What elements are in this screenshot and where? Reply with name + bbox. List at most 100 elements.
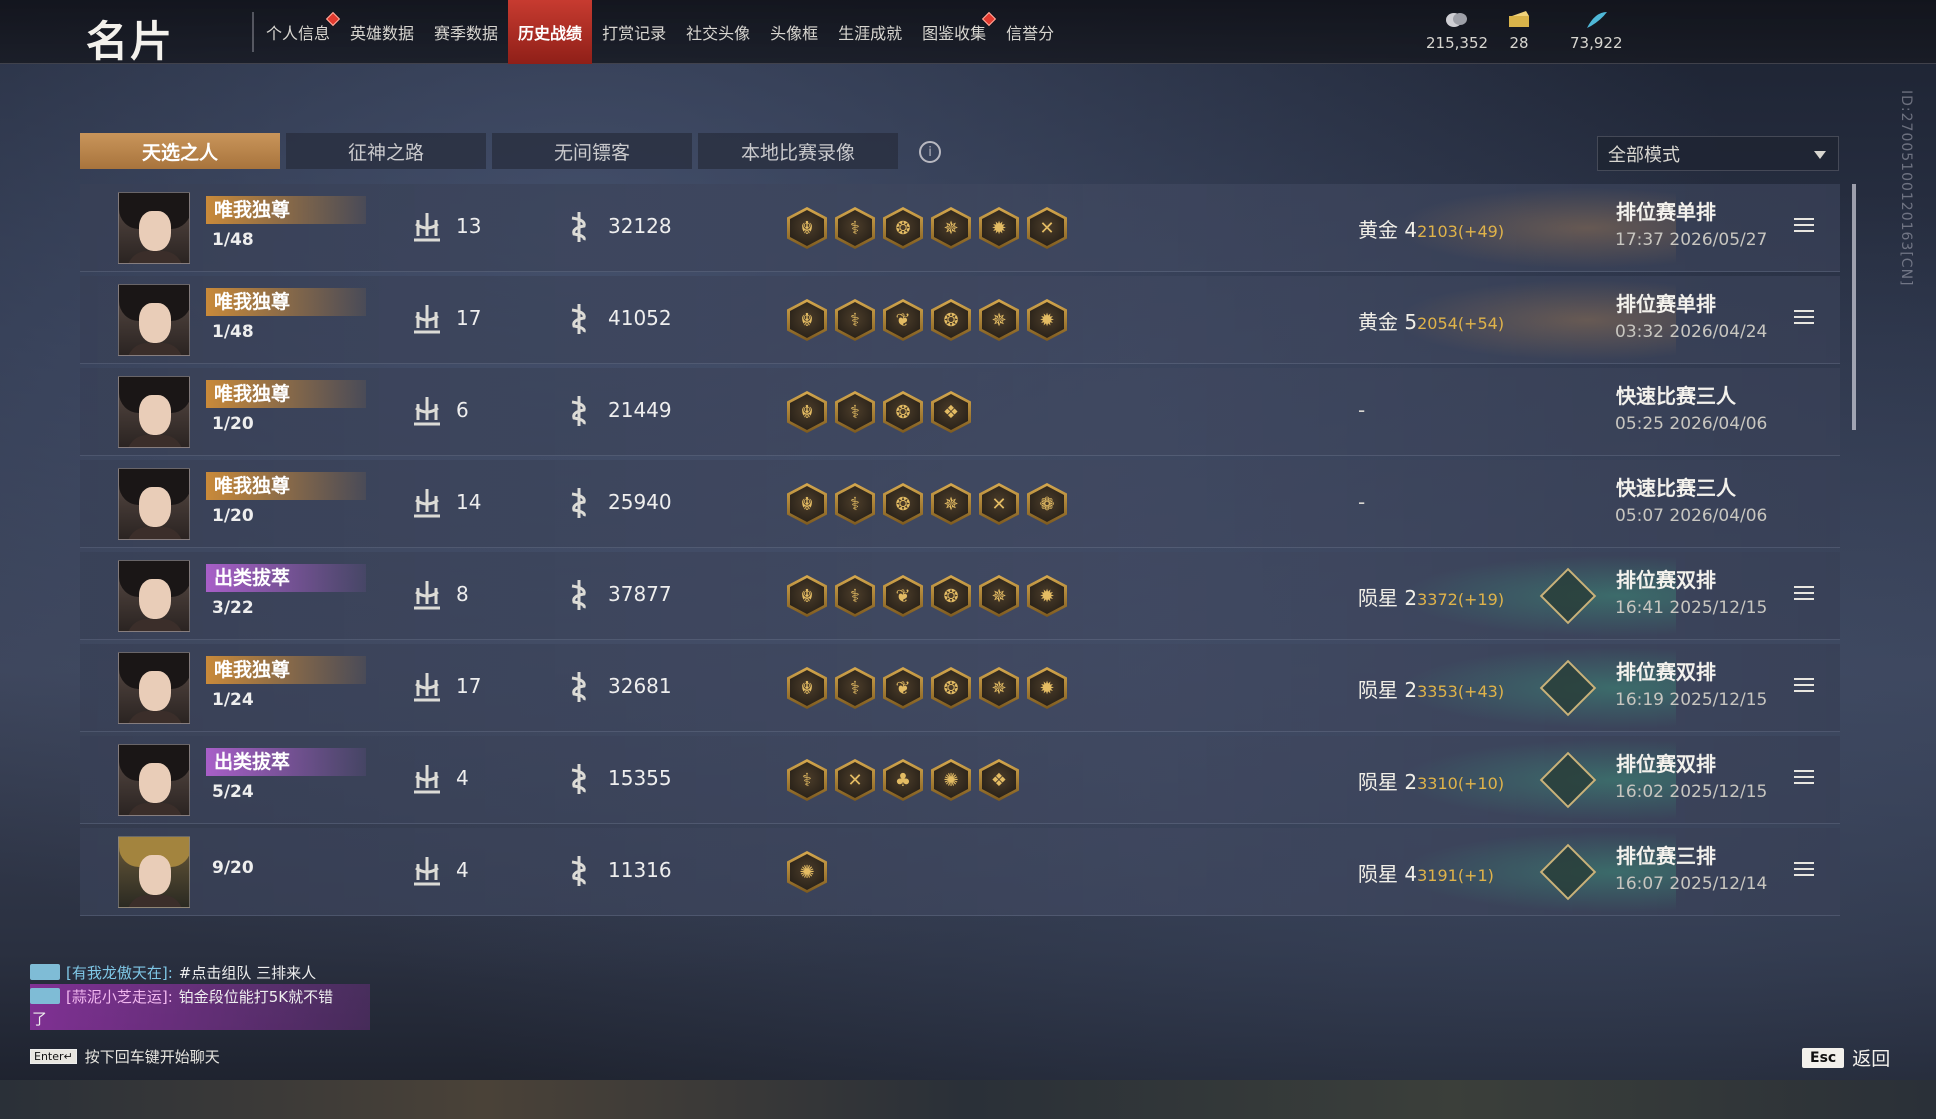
avatar-face bbox=[139, 211, 171, 251]
sub-tab[interactable]: 本地比赛录像 bbox=[698, 133, 898, 169]
nav-tab[interactable]: 历史战绩 bbox=[508, 0, 593, 64]
medal-icon[interactable]: ☬ bbox=[787, 667, 827, 709]
medal-icon[interactable]: ✵ bbox=[979, 667, 1019, 709]
sub-tab[interactable]: 天选之人 bbox=[80, 133, 280, 169]
match-row[interactable]: 唯我独尊 1/48 13 32128 ☬ ⚕ ❂ ✵ ✹ ✕ 黄金 42103(+49) 排位赛单排 1… bbox=[80, 184, 1840, 272]
match-row[interactable]: 唯我独尊 1/20 6 21449 ☬ ⚕ ❂ ❖ - 快速比赛三人 05:25 2026/04/0… bbox=[80, 368, 1840, 456]
menu-icon[interactable] bbox=[1794, 770, 1814, 786]
medal-icon[interactable]: ⚕ bbox=[787, 759, 827, 801]
match-mode: 排位赛双排 bbox=[1616, 568, 1716, 592]
medal-icon[interactable]: ❁ bbox=[1027, 483, 1067, 525]
nav-tab[interactable]: 图鉴收集 bbox=[912, 0, 997, 64]
medal-icon[interactable]: ✺ bbox=[787, 851, 827, 893]
info-icon[interactable]: i bbox=[919, 141, 941, 163]
medal-icon[interactable]: ❂ bbox=[931, 667, 971, 709]
match-row[interactable]: 唯我独尊 1/48 17 41052 ☬ ⚕ ❦ ❂ ✵ ✹ 黄金 52054(+54) 排位赛单排 0… bbox=[80, 276, 1840, 364]
menu-icon[interactable] bbox=[1794, 678, 1814, 694]
damage-icon bbox=[571, 672, 586, 702]
medal-icon[interactable]: ⚕ bbox=[835, 391, 875, 433]
chat-sender[interactable]: [蒜泥小芝走运]: bbox=[66, 986, 173, 1007]
medal-glyph: ✵ bbox=[991, 309, 1007, 331]
menu-icon[interactable] bbox=[1794, 586, 1814, 602]
avatar-body bbox=[127, 619, 183, 631]
nav-tab[interactable]: 头像框 bbox=[760, 0, 828, 64]
nav-tab[interactable]: 赛季数据 bbox=[424, 0, 508, 64]
medal-glyph: ✕ bbox=[847, 769, 863, 791]
medal-icon[interactable]: ❖ bbox=[931, 391, 971, 433]
medal-icon[interactable]: ✕ bbox=[1027, 207, 1067, 249]
medal-icon[interactable]: ☬ bbox=[787, 391, 827, 433]
chat-log: [有我龙傲天在]: #点击组队 三排来人 [蒜泥小芝走运]: 铂金段位能打5K就… bbox=[30, 960, 430, 1030]
nav-tab[interactable]: 社交头像 bbox=[676, 0, 760, 64]
menu-icon[interactable] bbox=[1794, 218, 1814, 234]
placement: 5/24 bbox=[212, 782, 254, 802]
tier-points: 2103(+49) bbox=[1417, 222, 1505, 241]
medal-icon[interactable]: ⚕ bbox=[835, 207, 875, 249]
medal-glyph: ⚕ bbox=[850, 217, 860, 239]
medal-icon[interactable]: ☬ bbox=[787, 207, 827, 249]
sub-tab[interactable]: 无间镖客 bbox=[492, 133, 692, 169]
medal-icon[interactable]: ⚕ bbox=[835, 483, 875, 525]
medal-icon[interactable]: ⚕ bbox=[835, 667, 875, 709]
match-row[interactable]: 出类拔萃 5/24 4 15355 ⚕ ✕ ♣ ✺ ❖ 陨星 23310(+10) 排位赛双排 16:… bbox=[80, 736, 1840, 824]
chat-sender[interactable]: [有我龙傲天在]: bbox=[66, 962, 173, 983]
medal-icon[interactable]: ✹ bbox=[1027, 575, 1067, 617]
feather-value: 73,922 bbox=[1570, 34, 1623, 52]
tier-name: 陨星 4 bbox=[1358, 862, 1418, 886]
placement: 1/20 bbox=[212, 506, 254, 526]
medal-icon[interactable]: ✺ bbox=[931, 759, 971, 801]
match-row[interactable]: 唯我独尊 1/24 17 32681 ☬ ⚕ ❦ ❂ ✵ ✹ 陨星 23353(+43) 排位赛双排 1… bbox=[80, 644, 1840, 732]
medal-glyph: ⚕ bbox=[850, 309, 860, 331]
medal-icon[interactable]: ✵ bbox=[931, 207, 971, 249]
nav-tab[interactable]: 打赏记录 bbox=[592, 0, 676, 64]
kills-icon bbox=[414, 489, 440, 518]
nav-tab-label: 生涯成就 bbox=[838, 24, 903, 43]
medal-icon[interactable]: ✵ bbox=[979, 575, 1019, 617]
medal-glyph: ✵ bbox=[943, 493, 959, 515]
page-title: 名片 bbox=[86, 17, 175, 66]
sub-tab[interactable]: 征神之路 bbox=[286, 133, 486, 169]
medal-icon[interactable]: ❂ bbox=[931, 575, 971, 617]
scrollbar[interactable] bbox=[1852, 184, 1856, 430]
medal-icon[interactable]: ❦ bbox=[883, 299, 923, 341]
medal-icon[interactable]: ❂ bbox=[883, 207, 923, 249]
medal-icon[interactable]: ☬ bbox=[787, 575, 827, 617]
match-row[interactable]: 出类拔萃 3/22 8 37877 ☬ ⚕ ❦ ❂ ✵ ✹ 陨星 23372(+19) 排位赛双排 16… bbox=[80, 552, 1840, 640]
medal-icon[interactable]: ☬ bbox=[787, 299, 827, 341]
medal-icon[interactable]: ✵ bbox=[931, 483, 971, 525]
menu-icon[interactable] bbox=[1794, 862, 1814, 878]
medal-icon[interactable]: ❦ bbox=[883, 575, 923, 617]
back-button[interactable]: Esc 返回 bbox=[1802, 1044, 1890, 1071]
medal-icon[interactable]: ⚕ bbox=[835, 575, 875, 617]
medal-icon[interactable]: ❦ bbox=[883, 667, 923, 709]
medal-icon[interactable]: ♣ bbox=[883, 759, 923, 801]
kills-icon bbox=[414, 397, 440, 426]
medal-icon[interactable]: ⚕ bbox=[835, 299, 875, 341]
medal-icon[interactable]: ❂ bbox=[931, 299, 971, 341]
menu-icon[interactable] bbox=[1794, 310, 1814, 326]
medal-icon[interactable]: ✵ bbox=[979, 299, 1019, 341]
medal-icon[interactable]: ✹ bbox=[979, 207, 1019, 249]
match-row[interactable]: 9/20 4 11316 ✺ 陨星 43191(+1) 排位赛三排 16:07 2025/1… bbox=[80, 828, 1840, 916]
medal-icon[interactable]: ✕ bbox=[835, 759, 875, 801]
result-badge: 唯我独尊 bbox=[206, 656, 366, 684]
nav-tab[interactable]: 信誉分 bbox=[996, 0, 1064, 64]
medal-icon[interactable]: ✕ bbox=[979, 483, 1019, 525]
medal-icon[interactable]: ✹ bbox=[1027, 667, 1067, 709]
avatar bbox=[118, 192, 190, 264]
medal-list: ✺ bbox=[787, 851, 827, 893]
mode-filter-select[interactable]: 全部模式 bbox=[1597, 136, 1839, 171]
nav-tab[interactable]: 英雄数据 bbox=[340, 0, 424, 64]
match-row[interactable]: 唯我独尊 1/20 14 25940 ☬ ⚕ ❂ ✵ ✕ ❁ - 快速比赛三人 05:07 2026/0… bbox=[80, 460, 1840, 548]
chat-hint[interactable]: Enter↵ 按下回车键开始聊天 bbox=[30, 1046, 220, 1067]
medal-icon[interactable]: ❖ bbox=[979, 759, 1019, 801]
medal-icon[interactable]: ❂ bbox=[883, 391, 923, 433]
match-mode: 排位赛三排 bbox=[1616, 844, 1716, 868]
medal-icon[interactable]: ✹ bbox=[1027, 299, 1067, 341]
medal-icon[interactable]: ☬ bbox=[787, 483, 827, 525]
kills-icon bbox=[414, 581, 440, 610]
nav-tab[interactable]: 生涯成就 bbox=[828, 0, 912, 64]
kills-count: 17 bbox=[456, 306, 482, 330]
nav-tab[interactable]: 个人信息 bbox=[256, 0, 341, 64]
medal-icon[interactable]: ❂ bbox=[883, 483, 923, 525]
